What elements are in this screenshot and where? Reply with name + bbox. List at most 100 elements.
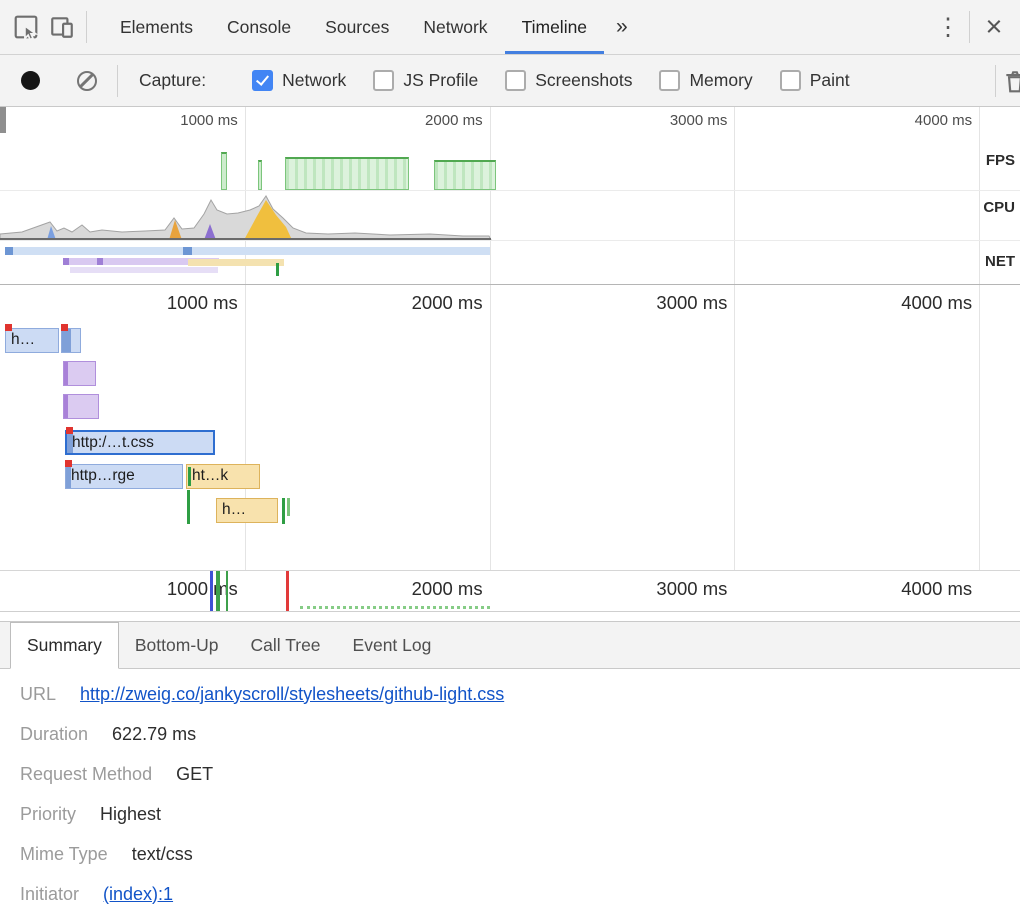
summary-link[interactable]: http://zweig.co/jankyscroll/stylesheets/… bbox=[80, 684, 504, 705]
checkbox-memory[interactable]: Memory bbox=[659, 70, 752, 91]
inspect-icon[interactable] bbox=[8, 9, 44, 45]
gridline bbox=[490, 285, 491, 570]
tab-elements[interactable]: Elements bbox=[103, 0, 210, 54]
receiving-segment bbox=[62, 329, 71, 352]
summary-pane: URL http://zweig.co/jankyscroll/styleshee… bbox=[0, 669, 1020, 916]
request-label: http:/…t.css bbox=[72, 434, 154, 451]
tab-timeline[interactable]: Timeline bbox=[505, 0, 604, 54]
network-request-bar[interactable] bbox=[61, 328, 81, 353]
menu-icon[interactable]: ⋮ bbox=[933, 9, 963, 45]
summary-link[interactable]: (index):1 bbox=[103, 884, 173, 905]
ruler-label: 3000 ms bbox=[656, 292, 727, 314]
cpu-activity-chart bbox=[0, 190, 1020, 240]
summary-row: Initiator (index):1 bbox=[20, 874, 1020, 914]
fps-bar bbox=[221, 152, 227, 190]
panel-tabs: ElementsConsoleSourcesNetworkTimeline bbox=[103, 0, 604, 54]
summary-row: Mime Type text/css bbox=[20, 834, 1020, 874]
ruler-label: 3000 ms bbox=[656, 578, 727, 600]
summary-value: Highest bbox=[100, 804, 161, 825]
separator bbox=[86, 11, 87, 43]
ruler-label: 2000 ms bbox=[425, 112, 483, 129]
device-toolbar-icon[interactable] bbox=[44, 9, 80, 45]
warning-marker bbox=[65, 460, 72, 467]
gridline bbox=[245, 285, 246, 570]
network-request-bar[interactable]: h… bbox=[216, 498, 278, 523]
checkbox-js-profile[interactable]: JS Profile bbox=[373, 70, 478, 91]
request-label: ht…k bbox=[192, 467, 228, 484]
ruler-label: 3000 ms bbox=[670, 112, 728, 129]
timeline-flamechart[interactable]: 1000 ms 2000 ms 3000 ms 4000 ms h… http:/…t.c… bbox=[0, 285, 1020, 570]
timeline-bottom-ruler[interactable]: 1000 ms2000 ms3000 ms4000 ms bbox=[0, 570, 1020, 612]
record-button[interactable] bbox=[21, 71, 40, 90]
summary-row: Duration 622.79 ms bbox=[20, 714, 1020, 754]
paint-tick bbox=[282, 498, 285, 524]
request-label: h… bbox=[11, 331, 35, 348]
details-tab-summary[interactable]: Summary bbox=[10, 622, 119, 669]
summary-label: URL bbox=[20, 684, 56, 705]
checkbox-box-paint[interactable] bbox=[780, 70, 801, 91]
warning-marker bbox=[5, 324, 12, 331]
event-divider-tick bbox=[226, 571, 228, 611]
receiving-segment bbox=[64, 362, 68, 385]
ruler-label: 4000 ms bbox=[901, 292, 972, 314]
checkbox-label: Screenshots bbox=[535, 70, 632, 91]
ruler-label: 2000 ms bbox=[412, 292, 483, 314]
separator bbox=[969, 11, 970, 43]
devtools-tabbar: ElementsConsoleSourcesNetworkTimeline » … bbox=[0, 0, 1020, 55]
timeline-overview[interactable]: 1000 ms2000 ms3000 ms4000 msFPSCPUNET bbox=[0, 107, 1020, 285]
more-tabs-icon[interactable]: » bbox=[604, 0, 640, 54]
warning-marker bbox=[66, 427, 73, 434]
fps-bar bbox=[285, 157, 409, 190]
summary-label: Initiator bbox=[20, 884, 79, 905]
checkbox-box-js-profile[interactable] bbox=[373, 70, 394, 91]
tab-console[interactable]: Console bbox=[210, 0, 308, 54]
checkbox-label: Paint bbox=[810, 70, 850, 91]
summary-value: 622.79 ms bbox=[112, 724, 196, 745]
checkbox-label: Memory bbox=[689, 70, 752, 91]
checkbox-screenshots[interactable]: Screenshots bbox=[505, 70, 632, 91]
capture-options: Network JS Profile Screenshots Memory Paint bbox=[252, 70, 876, 91]
net-bar bbox=[70, 267, 218, 273]
event-divider-tick bbox=[286, 571, 289, 611]
ruler-label: 1000 ms bbox=[167, 292, 238, 314]
event-divider-tick bbox=[216, 571, 220, 611]
checkbox-paint[interactable]: Paint bbox=[780, 70, 850, 91]
devtools-window: ElementsConsoleSourcesNetworkTimeline » … bbox=[0, 0, 1020, 916]
separator bbox=[995, 65, 996, 97]
separator bbox=[117, 65, 118, 97]
event-divider-tick bbox=[210, 571, 213, 611]
details-tab-bottom-up[interactable]: Bottom-Up bbox=[119, 622, 235, 668]
checkbox-box-memory[interactable] bbox=[659, 70, 680, 91]
close-icon[interactable]: × bbox=[976, 9, 1012, 45]
summary-label: Duration bbox=[20, 724, 88, 745]
summary-label: Mime Type bbox=[20, 844, 108, 865]
network-request-bar[interactable] bbox=[63, 361, 96, 386]
fps-dotted-line bbox=[300, 606, 490, 609]
timeline-toolbar: Capture: NetworkJS ProfileScreenshotsMem… bbox=[0, 55, 1020, 107]
ruler-label: 4000 ms bbox=[901, 578, 972, 600]
clear-icon[interactable] bbox=[77, 71, 97, 91]
checkbox-box-screenshots[interactable] bbox=[505, 70, 526, 91]
summary-row: Request MethodGET bbox=[20, 754, 1020, 794]
ruler-label: 4000 ms bbox=[915, 112, 973, 129]
details-tab-call-tree[interactable]: Call Tree bbox=[235, 622, 337, 668]
summary-label: Priority bbox=[20, 804, 76, 825]
network-request-bar[interactable]: ht…k bbox=[186, 464, 260, 489]
tab-sources[interactable]: Sources bbox=[308, 0, 406, 54]
request-label: http…rge bbox=[71, 467, 135, 484]
trash-icon[interactable] bbox=[1002, 68, 1020, 94]
ruler-label: 2000 ms bbox=[412, 578, 483, 600]
band-label-fps: FPS bbox=[986, 152, 1015, 169]
summary-row: URL http://zweig.co/jankyscroll/styleshee… bbox=[20, 674, 1020, 714]
network-request-bar[interactable]: h… bbox=[5, 328, 59, 353]
net-bar bbox=[188, 259, 284, 266]
summary-value: text/css bbox=[132, 844, 193, 865]
checkbox-network[interactable]: Network bbox=[252, 70, 346, 91]
network-request-bar[interactable]: http:/…t.css bbox=[65, 430, 215, 455]
details-tab-event-log[interactable]: Event Log bbox=[337, 622, 448, 668]
network-request-bar[interactable]: http…rge bbox=[65, 464, 183, 489]
checkbox-box-network[interactable] bbox=[252, 70, 273, 91]
band-label-net: NET bbox=[985, 253, 1015, 270]
tab-network[interactable]: Network bbox=[406, 0, 504, 54]
network-request-bar[interactable] bbox=[63, 394, 99, 419]
